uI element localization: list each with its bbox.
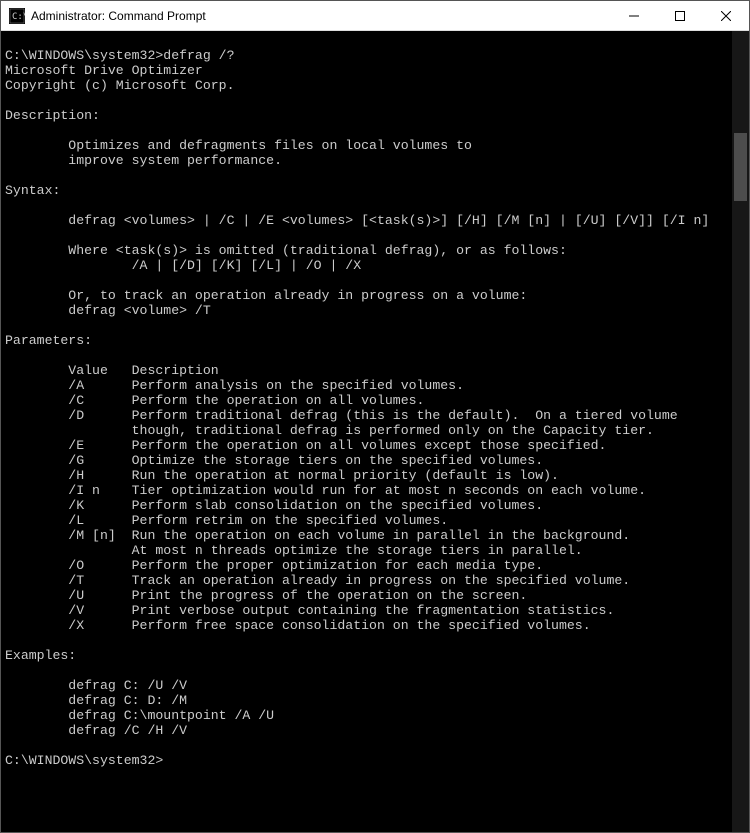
syntax-line: Or, to track an operation already in pro…	[5, 288, 728, 303]
syntax-line: Where <task(s)> is omitted (traditional …	[5, 243, 728, 258]
terminal-container: C:\WINDOWS\system32>defrag /? Microsoft …	[1, 31, 749, 832]
cmd-icon: C:\	[9, 8, 25, 24]
cursor	[163, 754, 171, 768]
param-row: /X Perform free space consolidation on t…	[5, 618, 728, 633]
terminal-output[interactable]: C:\WINDOWS\system32>defrag /? Microsoft …	[1, 31, 732, 832]
param-row: /C Perform the operation on all volumes.	[5, 393, 728, 408]
syntax-header: Syntax:	[5, 183, 728, 198]
param-row: /I n Tier optimization would run for at …	[5, 483, 728, 498]
description-text: Optimizes and defragments files on local…	[5, 138, 728, 153]
examples-header: Examples:	[5, 648, 728, 663]
scrollbar-thumb[interactable]	[734, 133, 747, 201]
titlebar[interactable]: C:\ Administrator: Command Prompt	[1, 1, 749, 31]
minimize-button[interactable]	[611, 1, 657, 30]
param-row: /M [n] Run the operation on each volume …	[5, 528, 728, 543]
param-row: /G Optimize the storage tiers on the spe…	[5, 453, 728, 468]
param-row: /T Track an operation already in progres…	[5, 573, 728, 588]
example-line: defrag C:\mountpoint /A /U	[5, 708, 728, 723]
scrollbar[interactable]	[732, 31, 749, 832]
param-row: though, traditional defrag is performed …	[5, 423, 728, 438]
param-row: /H Run the operation at normal priority …	[5, 468, 728, 483]
param-row: /U Print the progress of the operation o…	[5, 588, 728, 603]
example-line: defrag C: /U /V	[5, 678, 728, 693]
output-line: Microsoft Drive Optimizer	[5, 63, 728, 78]
command-prompt-window: C:\ Administrator: Command Prompt C:\WIN…	[0, 0, 750, 833]
output-line: Copyright (c) Microsoft Corp.	[5, 78, 728, 93]
syntax-line: defrag <volume> /T	[5, 303, 728, 318]
param-row: At most n threads optimize the storage t…	[5, 543, 728, 558]
description-header: Description:	[5, 108, 728, 123]
param-row: /K Perform slab consolidation on the spe…	[5, 498, 728, 513]
example-line: defrag /C /H /V	[5, 723, 728, 738]
param-row: /E Perform the operation on all volumes …	[5, 438, 728, 453]
prompt-path: C:\WINDOWS\system32>	[5, 753, 163, 768]
window-title: Administrator: Command Prompt	[31, 9, 611, 23]
maximize-button[interactable]	[657, 1, 703, 30]
param-row: /D Perform traditional defrag (this is t…	[5, 408, 728, 423]
param-row: /L Perform retrim on the specified volum…	[5, 513, 728, 528]
syntax-line: defrag <volumes> | /C | /E <volumes> [<t…	[5, 213, 728, 228]
close-button[interactable]	[703, 1, 749, 30]
prompt-path: C:\WINDOWS\system32>	[5, 48, 163, 63]
parameters-header: Parameters:	[5, 333, 728, 348]
window-controls	[611, 1, 749, 30]
empty-line	[5, 33, 728, 48]
param-row: /A Perform analysis on the specified vol…	[5, 378, 728, 393]
command-input: defrag /?	[163, 48, 234, 63]
syntax-line: /A | [/D] [/K] [/L] | /O | /X	[5, 258, 728, 273]
svg-text:C:\: C:\	[12, 12, 25, 22]
param-row: /O Perform the proper optimization for e…	[5, 558, 728, 573]
param-column-header: Value Description	[5, 363, 728, 378]
param-row: /V Print verbose output containing the f…	[5, 603, 728, 618]
example-line: defrag C: D: /M	[5, 693, 728, 708]
description-text: improve system performance.	[5, 153, 728, 168]
